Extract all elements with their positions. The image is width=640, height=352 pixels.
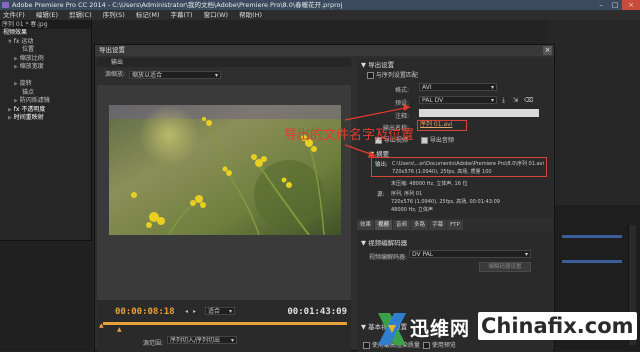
watermark-cn: 迅维网 <box>410 318 471 340</box>
annotation-arrows <box>344 104 411 158</box>
watermark-en: Chinafix.com <box>478 312 637 340</box>
site-watermark: 迅维网 Chinafix.com <box>376 309 640 349</box>
chinafix-logo-icon <box>378 313 406 345</box>
